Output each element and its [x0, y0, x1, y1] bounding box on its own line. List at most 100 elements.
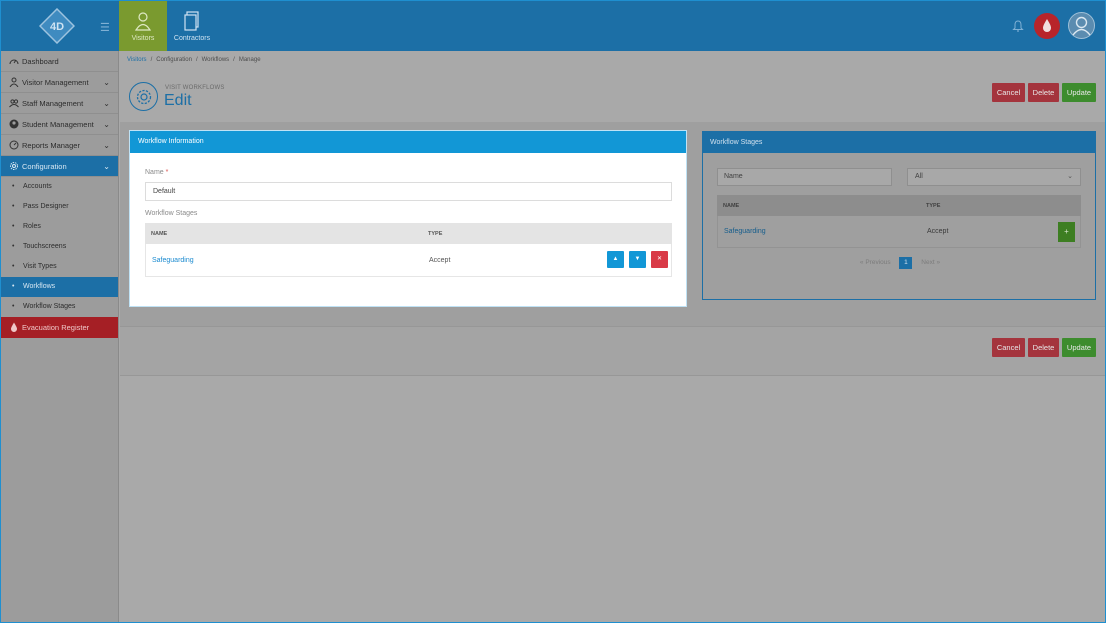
sidebar-item-evacuation-register[interactable]: Evacuation Register [1, 317, 118, 338]
name-label: Name * [145, 169, 168, 176]
sidebar-subitem-visit-types[interactable]: Visit Types [1, 257, 118, 277]
gear-icon [10, 162, 18, 170]
stage-type: Accept [927, 228, 949, 235]
panel-title: Workflow Stages [703, 132, 1095, 153]
remove-stage-button[interactable]: ✕ [651, 251, 668, 268]
move-down-button[interactable]: ▼ [629, 251, 646, 268]
drop-icon [11, 322, 17, 332]
tab-contractors[interactable]: Contractors [168, 1, 216, 51]
delete-button-bottom[interactable]: Delete [1028, 338, 1059, 357]
column-header-name: NAME [151, 231, 168, 237]
person-icon [135, 12, 151, 31]
sidebar-item-student-management[interactable]: Student Management ⌄ [1, 114, 118, 135]
sidebar-item-label: Dashboard [22, 57, 59, 66]
gauge-icon [9, 140, 19, 150]
name-input[interactable]: Default [145, 182, 672, 201]
available-stages-table: NAME TYPE Safeguarding Accept + [717, 195, 1081, 248]
student-icon [9, 119, 19, 129]
tab-visitors-label: Visitors [131, 35, 155, 42]
workflow-information-panel: Workflow Information Name * Default Work… [129, 130, 687, 307]
menu-toggle-icon[interactable]: ☰ [100, 21, 110, 34]
document-icon [184, 11, 199, 31]
sidebar-item-label: Visitor Management [22, 78, 89, 87]
users-icon [9, 99, 19, 108]
sidebar-item-reports-manager[interactable]: Reports Manager ⌄ [1, 135, 118, 156]
chevron-down-icon: ⌄ [103, 78, 110, 87]
sidebar-item-label: Reports Manager [22, 141, 80, 150]
evacuation-button[interactable] [1034, 13, 1060, 39]
breadcrumb-item[interactable]: Workflows [202, 57, 230, 63]
footer-actions-bar [120, 326, 1105, 376]
pagination-previous[interactable]: « Previous [860, 259, 891, 266]
column-header-type: TYPE [926, 203, 941, 209]
svg-text:4D: 4D [50, 21, 64, 33]
drop-icon [1043, 19, 1051, 32]
main-content: Visitors / Configuration / Workflows / Manage … [120, 51, 1105, 622]
column-header-name: NAME [723, 203, 740, 209]
sidebar-item-label: Configuration [22, 162, 67, 171]
sidebar-subitem-roles[interactable]: Roles [1, 217, 118, 237]
breadcrumb-item[interactable]: Configuration [156, 57, 192, 63]
user-icon [1072, 16, 1091, 36]
table-row: Safeguarding Accept + [717, 216, 1081, 248]
breadcrumb: Visitors / Configuration / Workflows / Manage [127, 57, 261, 63]
plus-icon: + [1064, 227, 1069, 236]
cancel-button-bottom[interactable]: Cancel [992, 338, 1025, 357]
pagination: « Previous 1 Next » [703, 257, 1097, 269]
sidebar-item-label: Staff Management [22, 99, 84, 108]
bell-icon[interactable] [1012, 20, 1024, 32]
next-label: Next [921, 259, 935, 266]
stage-name-link[interactable]: Safeguarding [724, 228, 766, 235]
add-stage-button[interactable]: + [1058, 222, 1075, 242]
move-up-button[interactable]: ▲ [607, 251, 624, 268]
sidebar-subitem-pass-designer[interactable]: Pass Designer [1, 197, 118, 217]
required-mark: * [165, 169, 169, 176]
arrow-down-icon: ▼ [634, 256, 641, 262]
table-header: NAME TYPE [717, 195, 1081, 216]
name-label-text: Name [145, 169, 164, 176]
sidebar-subitem-workflows[interactable]: Workflows [1, 277, 118, 297]
page-title: Edit [164, 92, 192, 109]
update-button-bottom[interactable]: Update [1062, 338, 1096, 357]
breadcrumb-item: Manage [238, 57, 261, 63]
user-avatar[interactable] [1068, 12, 1095, 39]
4d-logo[interactable]: 4D [39, 8, 75, 44]
pagination-page[interactable]: 1 [899, 257, 913, 269]
tab-visitors[interactable]: Visitors [119, 1, 167, 51]
chevron-down-icon: ⌄ [103, 162, 110, 171]
sidebar-item-visitor-management[interactable]: Visitor Management ⌄ [1, 72, 118, 93]
sidebar-subitem-workflow-stages[interactable]: Workflow Stages [1, 297, 118, 317]
person-icon [9, 77, 19, 87]
column-header-type: TYPE [428, 231, 443, 237]
previous-label: Previous [865, 259, 891, 266]
chevron-down-icon: ⌄ [103, 141, 110, 150]
stage-type-select[interactable]: All ⌄ [907, 168, 1081, 186]
stage-type: Accept [429, 257, 451, 264]
chevron-down-icon: ⌄ [1067, 173, 1073, 180]
sidebar-item-label: Evacuation Register [22, 323, 90, 332]
pagination-next[interactable]: Next » [921, 259, 940, 266]
sidebar-item-staff-management[interactable]: Staff Management ⌄ [1, 93, 118, 114]
workflow-stages-panel: Workflow Stages Name All ⌄ NAME TYPE Saf… [702, 131, 1096, 300]
sidebar-subitem-touchscreens[interactable]: Touchscreens [1, 237, 118, 257]
stage-search-input[interactable]: Name [717, 168, 892, 186]
stage-name-link[interactable]: Safeguarding [152, 257, 194, 264]
workflow-stages-table: NAME TYPE Safeguarding Accept ▲ ▼ ✕ [145, 223, 672, 277]
delete-button[interactable]: Delete [1028, 83, 1059, 102]
chevron-down-icon: ⌄ [103, 99, 110, 108]
sidebar-item-configuration[interactable]: Configuration ⌄ [1, 156, 118, 177]
sidebar-item-label: Student Management [22, 120, 94, 129]
page-gear-icon [129, 82, 158, 111]
top-bar: 4D ☰ Visitors Contractors [1, 1, 1105, 51]
sidebar-subitem-accounts[interactable]: Accounts [1, 177, 118, 197]
workflow-stages-label: Workflow Stages [145, 210, 198, 217]
cancel-button[interactable]: Cancel [992, 83, 1025, 102]
update-button[interactable]: Update [1062, 83, 1096, 102]
table-row: Safeguarding Accept ▲ ▼ ✕ [145, 244, 672, 277]
app-window: 4D ☰ Visitors Contractors Dashboard Visi… [0, 0, 1106, 623]
tab-contractors-label: Contractors [173, 35, 211, 42]
chevron-down-icon: ⌄ [103, 120, 110, 129]
close-icon: ✕ [656, 256, 663, 262]
breadcrumb-item[interactable]: Visitors [127, 57, 147, 63]
sidebar-item-dashboard[interactable]: Dashboard [1, 51, 118, 72]
